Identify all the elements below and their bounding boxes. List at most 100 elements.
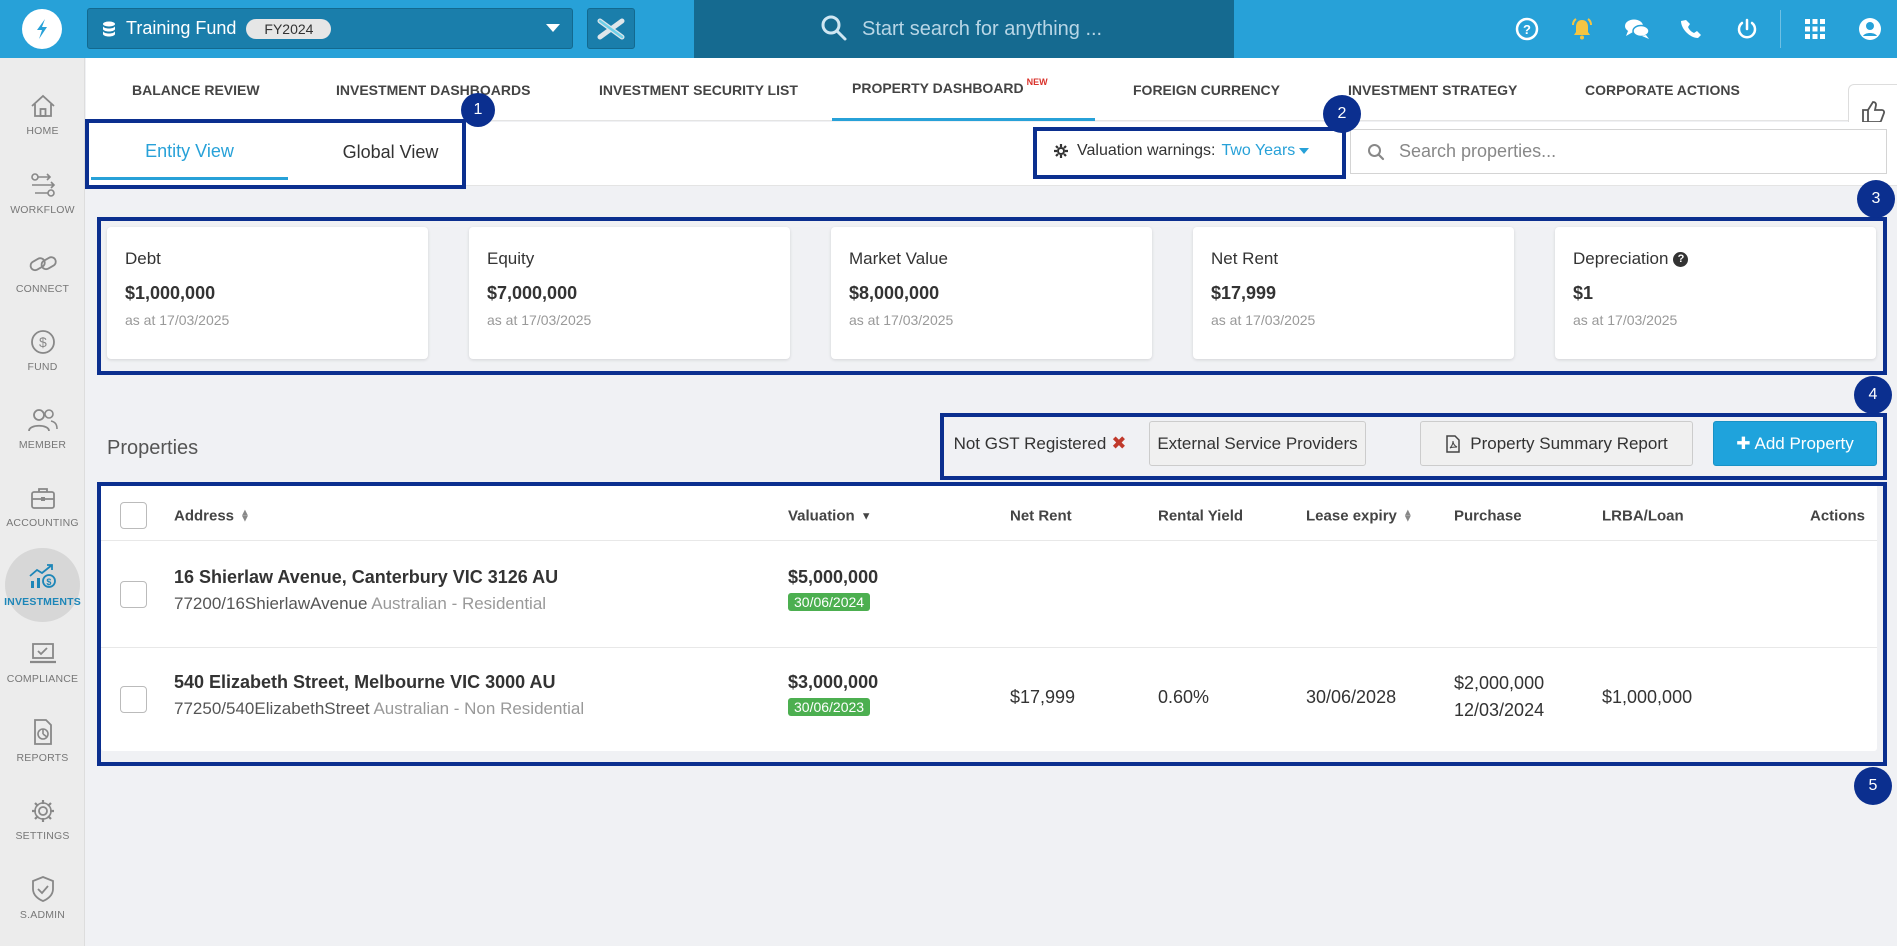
sidebar-item-accounting[interactable]: ACCOUNTING xyxy=(5,470,80,544)
card-value: $17,999 xyxy=(1211,283,1277,303)
tab-balance-review[interactable]: BALANCE REVIEW xyxy=(132,58,260,121)
summary-card-market-value: Market Value $8,000,000 as at 17/03/2025 xyxy=(831,227,1152,359)
sidebar-item-compliance[interactable]: COMPLIANCE xyxy=(5,626,80,700)
property-type: Australian - Residential xyxy=(371,594,547,613)
gst-filter-tag[interactable]: Not GST Registered ✖ xyxy=(948,421,1132,466)
sidebar-item-label: COMPLIANCE xyxy=(6,673,79,685)
column-header-label: Actions xyxy=(1810,507,1866,525)
annotation-badge: 4 xyxy=(1854,376,1892,414)
tab-label: INVESTMENT STRATEGY xyxy=(1348,81,1518,98)
nav-tabs: BALANCE REVIEW INVESTMENT DASHBOARDS INV… xyxy=(86,58,1897,140)
column-header-purchase[interactable]: Purchase xyxy=(1454,508,1522,525)
sidebar-item-reports[interactable]: REPORTS xyxy=(5,704,80,778)
card-title-row: Depreciation? xyxy=(1573,249,1858,269)
apps-grid-icon[interactable] xyxy=(1787,0,1842,58)
net-rent-value: $17,999 xyxy=(1010,687,1076,707)
chat-icon[interactable] xyxy=(1609,0,1664,58)
property-address[interactable]: 540 Elizabeth Street, Melbourne VIC 3000… xyxy=(174,672,555,693)
property-summary-report-button[interactable]: Property Summary Report xyxy=(1420,421,1693,466)
purchase-amount: $2,000,000 xyxy=(1454,673,1545,693)
column-header-address[interactable]: Address ▲ ▼ xyxy=(174,508,250,525)
valuation-warnings-dropdown[interactable]: Valuation warnings: Two Years xyxy=(1035,132,1343,170)
tab-entity-view[interactable]: Entity View xyxy=(91,125,288,180)
column-header-net-rent[interactable]: Net Rent xyxy=(1010,508,1072,525)
sidebar-item-connect[interactable]: CONNECT xyxy=(5,236,80,310)
close-icon[interactable]: ✖ xyxy=(1111,433,1126,454)
column-header-valuation[interactable]: Valuation ▼ xyxy=(788,508,872,525)
sidebar-item-label: FUND xyxy=(27,361,58,373)
help-icon[interactable]: ? xyxy=(1673,251,1689,267)
global-search[interactable]: Start search for anything ... xyxy=(694,0,1234,58)
sidebar-item-settings[interactable]: SETTINGS xyxy=(5,783,80,857)
button-label: Property Summary Report xyxy=(1470,433,1668,453)
rental-yield-value: 0.60% xyxy=(1158,687,1210,707)
fund-name: Training Fund xyxy=(126,18,237,38)
sidebar-item-fund[interactable]: $ FUND xyxy=(5,314,80,388)
column-header-lrba-loan[interactable]: LRBA/Loan xyxy=(1602,508,1684,525)
tab-foreign-currency[interactable]: FOREIGN CURRENCY xyxy=(1133,58,1280,121)
sidebar-item-investments[interactable]: $ INVESTMENTS xyxy=(4,548,81,622)
power-icon[interactable] xyxy=(1719,0,1774,58)
sidebar: HOME WORKFLOW CONNECT $ FUND MEMBER ACCO… xyxy=(0,58,85,946)
card-date: as at 17/03/2025 xyxy=(1211,312,1316,328)
sort-icon: ▲ ▼ xyxy=(1402,507,1413,524)
tab-corporate-actions[interactable]: CORPORATE ACTIONS xyxy=(1585,58,1740,121)
divider xyxy=(101,540,1877,541)
sidebar-item-sadmin[interactable]: S.ADMIN xyxy=(5,861,80,935)
column-header-rental-yield[interactable]: Rental Yield xyxy=(1158,508,1243,525)
sidebar-item-workflow[interactable]: WORKFLOW xyxy=(5,157,80,231)
sidebar-item-label: HOME xyxy=(26,125,59,137)
sidebar-item-member[interactable]: MEMBER xyxy=(5,392,80,466)
help-icon[interactable]: ? xyxy=(1499,0,1554,58)
shield-check-icon xyxy=(31,876,54,902)
row-checkbox[interactable] xyxy=(120,686,147,713)
property-code-type: 77250/540ElizabethStreet Australian - No… xyxy=(174,699,584,719)
report-icon xyxy=(33,719,52,745)
card-value: $1 xyxy=(1573,283,1594,303)
user-icon[interactable] xyxy=(1842,0,1897,58)
fund-selector[interactable]: Training Fund FY2024 xyxy=(87,8,573,49)
phone-icon[interactable] xyxy=(1664,0,1719,58)
add-property-button[interactable]: ✚ Add Property xyxy=(1713,421,1877,466)
investments-icon: $ xyxy=(28,564,56,588)
column-header-lease-expiry[interactable]: Lease expiry ▲ ▼ xyxy=(1306,508,1413,525)
valuation-date-cell: 30/06/2024 xyxy=(788,591,871,612)
tab-label: BALANCE REVIEW xyxy=(132,81,260,98)
tab-global-view[interactable]: Global View xyxy=(293,125,488,180)
bell-icon[interactable] xyxy=(1554,0,1609,58)
tab-investment-security-list[interactable]: INVESTMENT SECURITY LIST xyxy=(599,58,798,121)
home-icon xyxy=(30,94,55,117)
external-service-providers-button[interactable]: External Service Providers xyxy=(1149,421,1366,466)
valuation-amount: $3,000,000 xyxy=(788,672,879,692)
logo-icon xyxy=(37,19,47,39)
property-code: 77200/16ShierlawAvenue xyxy=(174,594,368,613)
purchase-date: 12/03/2024 xyxy=(1454,700,1545,720)
summary-card-debt: Debt $1,000,000 as at 17/03/2025 xyxy=(107,227,428,359)
fund-year-badge: FY2024 xyxy=(246,18,332,39)
app-logo[interactable] xyxy=(22,9,62,49)
search-icon xyxy=(821,15,847,41)
sidebar-item-label: MEMBER xyxy=(18,439,67,451)
tab-investment-strategy[interactable]: INVESTMENT STRATEGY xyxy=(1348,58,1517,121)
annotation-badge: 5 xyxy=(1854,767,1892,805)
xero-icon xyxy=(597,18,625,39)
database-icon xyxy=(103,21,115,36)
property-address[interactable]: 16 Shierlaw Avenue, Canterbury VIC 3126 … xyxy=(174,567,558,588)
lease-expiry-value: 30/06/2028 xyxy=(1306,687,1397,707)
gear-icon xyxy=(31,800,54,822)
card-date: as at 17/03/2025 xyxy=(849,312,954,328)
property-search-input[interactable]: Search properties... xyxy=(1350,129,1887,174)
valuation-amount: $5,000,000 xyxy=(788,567,879,587)
svg-text:$: $ xyxy=(46,577,51,587)
lrba-loan-value: $1,000,000 xyxy=(1602,687,1693,707)
tab-investment-dashboards[interactable]: INVESTMENT DASHBOARDS xyxy=(336,58,530,121)
tab-label: INVESTMENT SECURITY LIST xyxy=(599,81,798,98)
button-label: External Service Providers xyxy=(1157,433,1358,453)
xero-button[interactable] xyxy=(587,8,635,49)
valuation-warnings-label: Valuation warnings: xyxy=(1077,142,1216,159)
tab-property-dashboard[interactable]: PROPERTY DASHBOARD NEW xyxy=(832,58,1095,121)
row-checkbox[interactable] xyxy=(120,581,147,608)
sidebar-item-home[interactable]: HOME xyxy=(5,78,80,152)
chevron-down-icon xyxy=(546,24,560,32)
select-all-checkbox[interactable] xyxy=(120,502,147,529)
